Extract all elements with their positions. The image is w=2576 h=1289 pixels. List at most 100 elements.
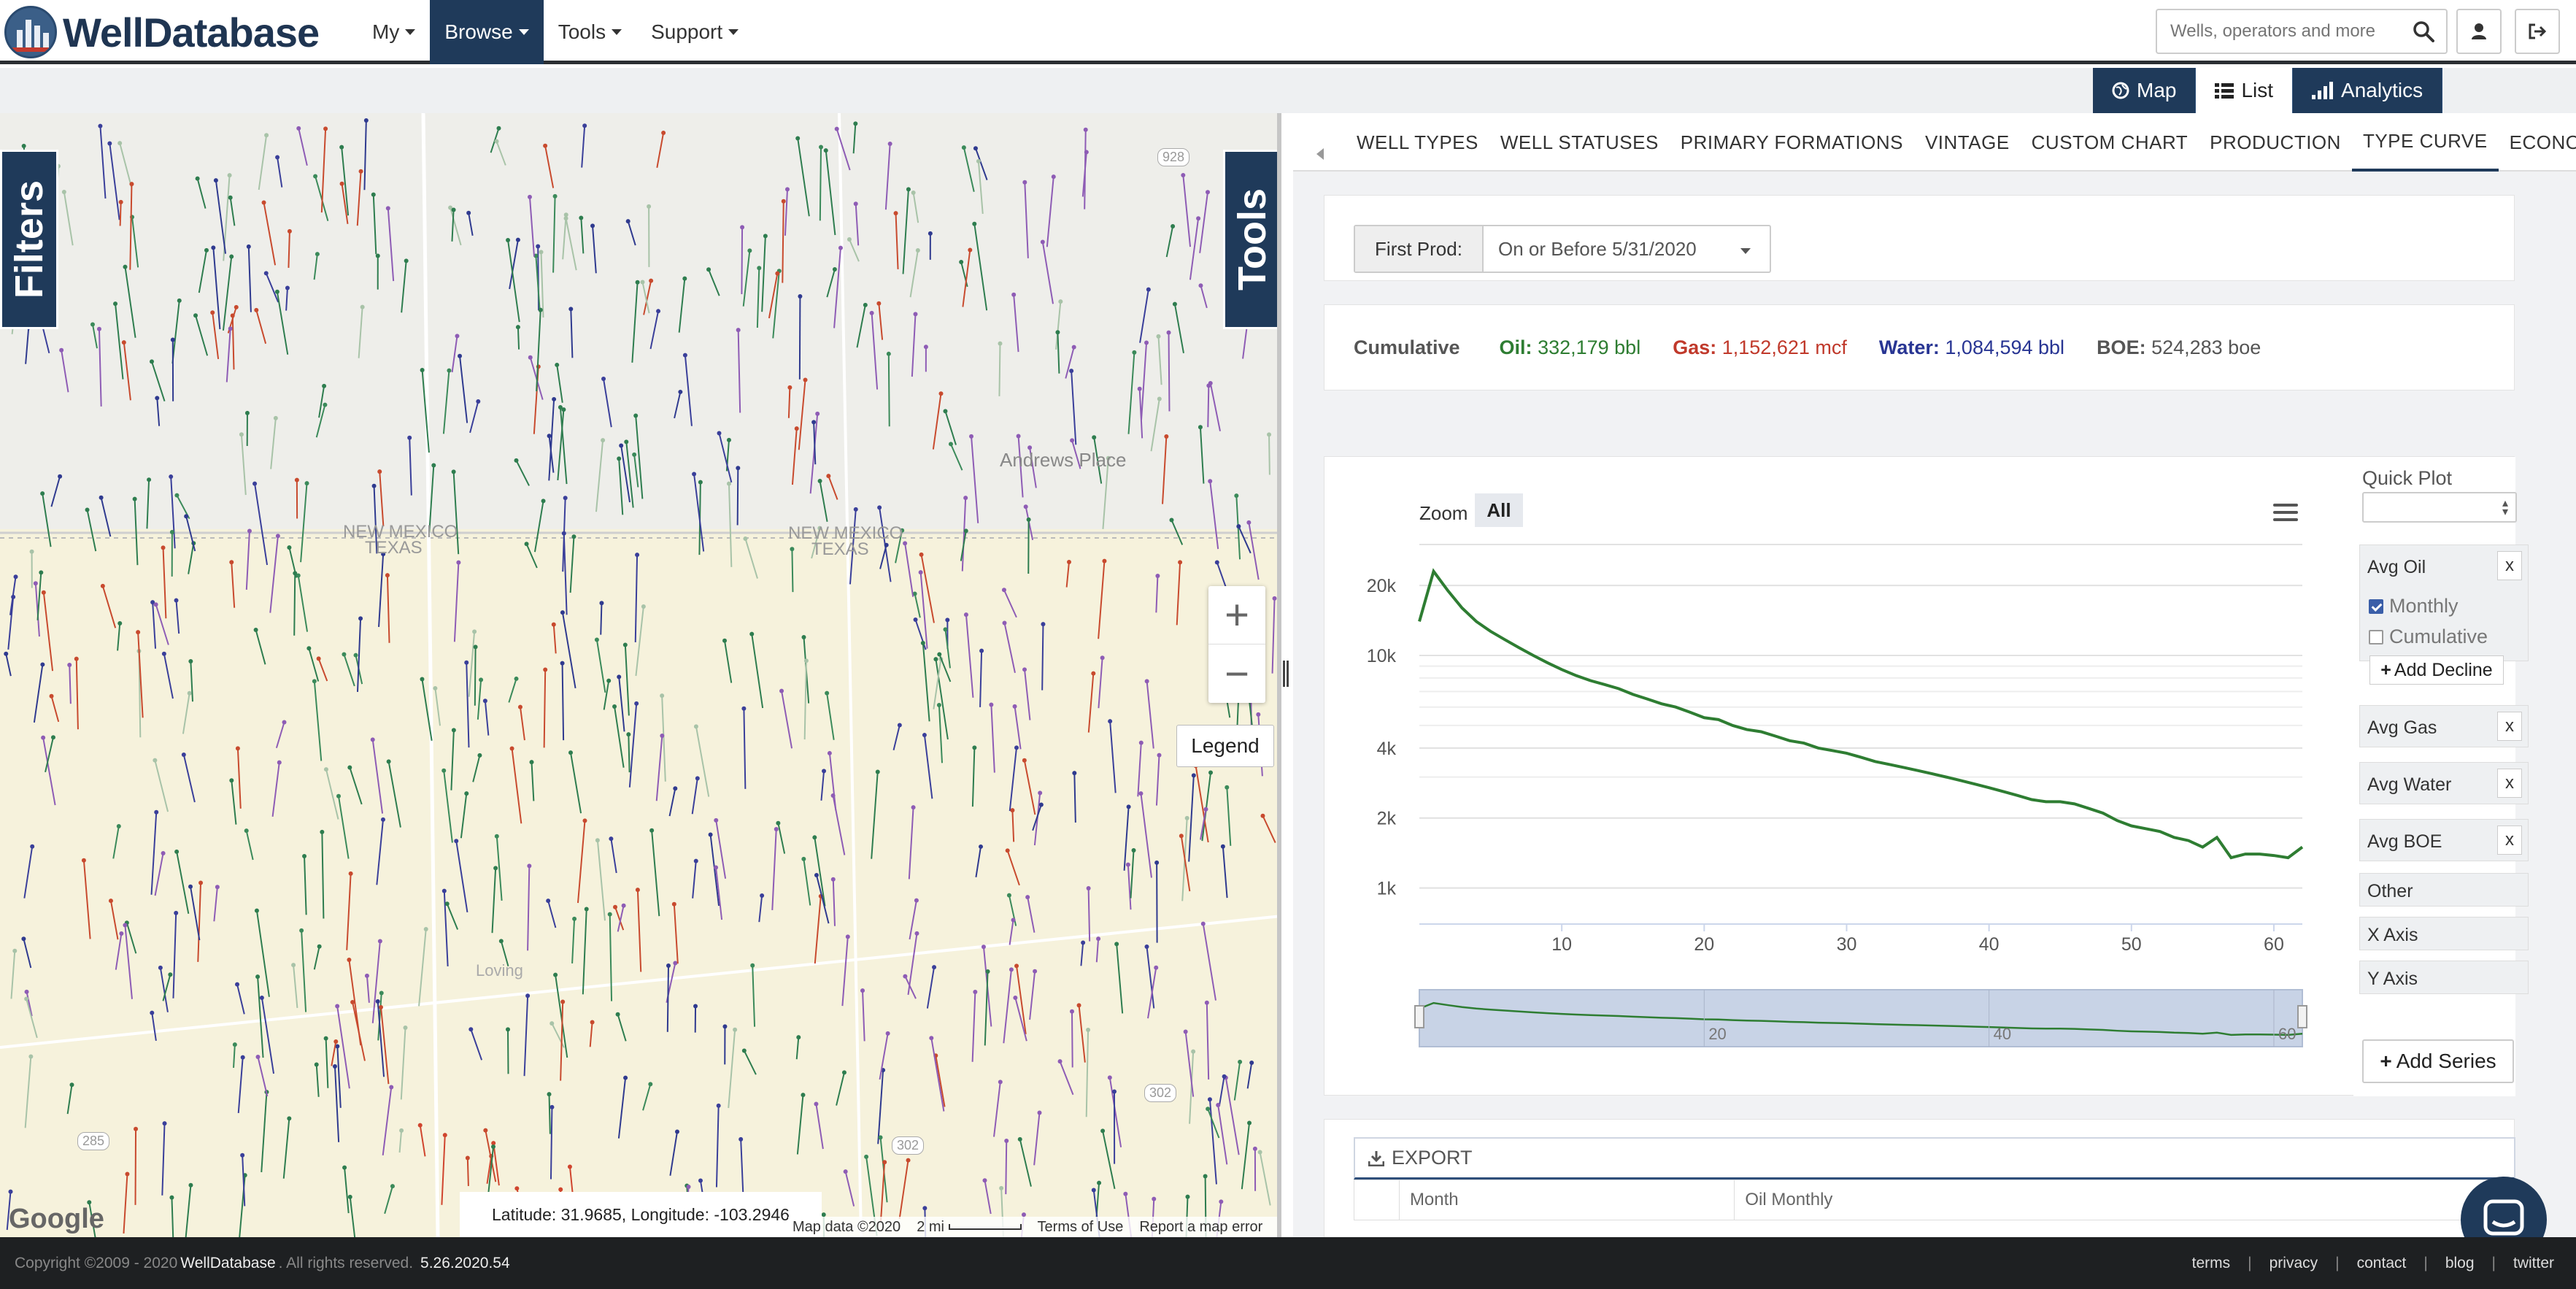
cumulative-checkbox[interactable]: [2369, 629, 2383, 644]
tools-tab[interactable]: Tools: [1223, 150, 1277, 329]
well-marker[interactable]: [255, 974, 261, 980]
well-marker[interactable]: [417, 1123, 423, 1128]
well-marker[interactable]: [442, 1133, 447, 1138]
well-marker[interactable]: [379, 990, 384, 996]
well-marker[interactable]: [796, 1035, 801, 1040]
well-marker[interactable]: [316, 656, 321, 661]
well-marker[interactable]: [161, 545, 166, 550]
well-marker[interactable]: [350, 1000, 355, 1005]
well-marker[interactable]: [1038, 790, 1043, 796]
well-marker[interactable]: [969, 434, 974, 439]
monthly-checkbox-row[interactable]: Monthly: [2369, 595, 2459, 617]
well-marker[interactable]: [339, 181, 344, 186]
well-marker[interactable]: [775, 271, 780, 276]
well-marker[interactable]: [648, 1082, 653, 1087]
well-marker[interactable]: [622, 642, 628, 647]
well-marker[interactable]: [632, 452, 637, 457]
well-marker[interactable]: [33, 581, 38, 586]
remove-avg-water-button[interactable]: x: [2497, 769, 2522, 798]
well-marker[interactable]: [1225, 785, 1230, 790]
well-marker[interactable]: [1152, 1196, 1157, 1201]
well-marker[interactable]: [716, 1103, 721, 1108]
type-curve-svg[interactable]: 1k 2k 4k 10k 20k 10 20 30 40 50 60 20 40 60: [1324, 457, 2346, 1096]
well-marker[interactable]: [1126, 804, 1131, 809]
well-marker[interactable]: [877, 505, 882, 510]
well-marker[interactable]: [247, 528, 252, 534]
well-marker[interactable]: [13, 574, 18, 580]
well-marker[interactable]: [1171, 223, 1176, 228]
well-marker[interactable]: [1144, 944, 1149, 950]
well-marker[interactable]: [661, 131, 666, 136]
well-marker[interactable]: [1157, 396, 1162, 401]
tabs-scroll-left-icon[interactable]: [1316, 148, 1324, 160]
well-marker[interactable]: [174, 493, 180, 498]
well-marker[interactable]: [515, 237, 520, 242]
well-marker[interactable]: [976, 158, 981, 163]
well-marker[interactable]: [177, 298, 182, 303]
well-marker[interactable]: [634, 701, 639, 706]
well-marker[interactable]: [1038, 802, 1044, 807]
well-marker[interactable]: [826, 474, 831, 479]
well-marker[interactable]: [649, 828, 655, 833]
well-marker[interactable]: [125, 1171, 130, 1177]
well-marker[interactable]: [99, 495, 104, 500]
well-marker[interactable]: [227, 173, 232, 178]
well-marker[interactable]: [506, 237, 511, 242]
well-marker[interactable]: [514, 458, 519, 463]
well-marker[interactable]: [483, 1128, 488, 1133]
well-marker[interactable]: [853, 507, 858, 512]
well-marker[interactable]: [211, 245, 216, 250]
add-decline-button[interactable]: + Add Decline: [2369, 655, 2504, 685]
well-lateral-line[interactable]: [819, 147, 822, 221]
well-marker[interactable]: [740, 225, 745, 230]
well-marker[interactable]: [385, 573, 390, 578]
well-marker[interactable]: [136, 630, 141, 635]
well-marker[interactable]: [1070, 438, 1075, 443]
well-marker[interactable]: [364, 973, 369, 978]
well-marker[interactable]: [1114, 942, 1119, 947]
well-marker[interactable]: [817, 478, 822, 483]
well-marker[interactable]: [863, 302, 868, 307]
well-marker[interactable]: [1238, 1059, 1243, 1064]
well-marker[interactable]: [825, 690, 830, 696]
well-marker[interactable]: [153, 758, 158, 763]
table-header-month[interactable]: Month: [1400, 1180, 1735, 1220]
well-marker[interactable]: [572, 916, 577, 921]
well-marker[interactable]: [1146, 287, 1151, 292]
well-marker[interactable]: [811, 420, 817, 425]
well-lateral-line[interactable]: [119, 201, 122, 226]
well-marker[interactable]: [989, 702, 994, 707]
well-marker[interactable]: [973, 146, 978, 151]
well-marker[interactable]: [11, 594, 16, 599]
well-marker[interactable]: [906, 187, 911, 192]
well-marker[interactable]: [184, 514, 189, 519]
well-marker[interactable]: [403, 1026, 408, 1031]
well-lateral-line[interactable]: [1041, 624, 1044, 690]
first-prod-select[interactable]: On or Before 5/31/2020: [1484, 226, 1770, 272]
well-marker[interactable]: [595, 838, 600, 843]
well-lateral-line[interactable]: [887, 353, 890, 427]
well-marker[interactable]: [682, 353, 687, 358]
well-marker[interactable]: [812, 835, 817, 840]
well-marker[interactable]: [29, 549, 34, 554]
well-marker[interactable]: [464, 791, 469, 796]
well-marker[interactable]: [228, 326, 233, 331]
well-marker[interactable]: [781, 199, 786, 204]
well-marker[interactable]: [420, 677, 425, 682]
well-marker[interactable]: [12, 948, 18, 953]
well-marker[interactable]: [1198, 283, 1203, 288]
well-marker[interactable]: [692, 472, 697, 477]
well-marker[interactable]: [774, 826, 779, 831]
well-marker[interactable]: [615, 1012, 620, 1017]
well-marker[interactable]: [433, 685, 438, 690]
well-marker[interactable]: [1216, 1102, 1221, 1107]
well-marker[interactable]: [339, 145, 344, 150]
well-marker[interactable]: [736, 466, 741, 471]
well-marker[interactable]: [693, 724, 698, 729]
well-marker[interactable]: [660, 693, 665, 699]
well-marker[interactable]: [525, 993, 531, 999]
well-lateral-line[interactable]: [628, 734, 630, 773]
well-marker[interactable]: [320, 829, 325, 834]
well-marker[interactable]: [747, 248, 752, 253]
well-marker[interactable]: [505, 1027, 510, 1032]
